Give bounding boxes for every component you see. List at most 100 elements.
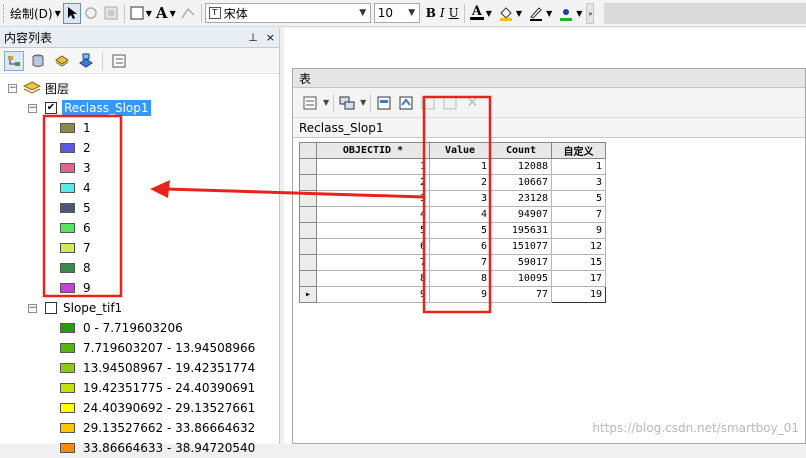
delete-selected-button[interactable]: ✕ (463, 94, 481, 112)
cell-value[interactable]: 1 (429, 158, 491, 175)
rotate-button[interactable] (81, 3, 101, 24)
chevron-down-icon[interactable]: ▼ (486, 9, 492, 18)
layer-row-reclass-slop1[interactable]: − ✔ Reclass_Slop1 (28, 98, 151, 118)
cell-value[interactable]: 7 (429, 254, 491, 271)
cell-count[interactable]: 10095 (490, 270, 552, 287)
list-by-drawing-order-button[interactable] (4, 50, 24, 71)
row-selector[interactable] (299, 238, 317, 255)
cell-count[interactable]: 77 (490, 286, 552, 303)
text-color-button[interactable]: A (468, 3, 486, 24)
switch-selection-button[interactable] (397, 94, 415, 112)
row-selector[interactable] (299, 206, 317, 223)
chevron-down-icon[interactable]: ▼ (323, 98, 329, 107)
table-row[interactable]: 3 3 23128 5 (299, 190, 606, 207)
table-row[interactable]: 5 5 195631 9 (299, 222, 606, 239)
cell-custom[interactable]: 19 (551, 286, 606, 303)
cell-objectid[interactable]: 4 (316, 206, 430, 223)
cell-objectid[interactable]: 8 (316, 270, 430, 287)
row-selector-current[interactable]: ▸ (299, 286, 317, 303)
table-row[interactable]: 4 4 94907 7 (299, 206, 606, 223)
cell-count[interactable]: 10667 (490, 174, 552, 191)
chevron-down-icon[interactable]: ▼ (360, 98, 366, 107)
layer-visibility-checkbox[interactable]: ✔ (45, 102, 57, 114)
pin-icon[interactable]: ⊥ (248, 31, 258, 44)
cell-value[interactable]: 4 (429, 206, 491, 223)
font-size-select[interactable]: 10 ▼ (373, 3, 420, 23)
row-selector[interactable] (299, 254, 317, 271)
bold-button[interactable]: B (424, 3, 438, 24)
cell-value[interactable]: 6 (429, 238, 491, 255)
layer-visibility-checkbox[interactable] (45, 302, 57, 314)
edit-vertices-button[interactable] (178, 3, 198, 24)
table-row[interactable]: 7 7 59017 15 (299, 254, 606, 271)
select-elements-button[interactable] (62, 2, 81, 24)
row-selector[interactable] (299, 222, 317, 239)
layer-row-slope-tif1[interactable]: − Slope_tif1 (28, 298, 122, 318)
cell-custom[interactable]: 12 (551, 238, 606, 255)
zoom-to-selection-button[interactable] (441, 94, 459, 112)
cell-custom[interactable]: 5 (551, 190, 606, 207)
table-row[interactable]: 1 1 12088 1 (299, 158, 606, 175)
cell-custom[interactable]: 15 (551, 254, 606, 271)
list-by-source-button[interactable] (28, 51, 48, 71)
new-rectangle-button[interactable]: ▼ (128, 3, 154, 24)
marker-color-button[interactable] (556, 3, 576, 24)
column-header-custom[interactable]: 自定义 (551, 142, 606, 159)
row-selector[interactable] (299, 158, 317, 175)
list-by-selection-button[interactable] (76, 51, 96, 71)
options-button[interactable] (109, 51, 129, 71)
cell-custom[interactable]: 3 (551, 174, 606, 191)
table-row[interactable]: ▸ 9 9 77 19 (299, 286, 606, 303)
table-options-button[interactable] (301, 94, 319, 112)
cell-value[interactable]: 5 (429, 222, 491, 239)
line-color-button[interactable] (526, 3, 546, 24)
column-header-count[interactable]: Count (490, 142, 552, 159)
chevron-down-icon[interactable]: ▼ (546, 9, 552, 18)
select-by-attributes-button[interactable] (375, 94, 393, 112)
layer-name[interactable]: Reclass_Slop1 (62, 100, 151, 116)
cell-count[interactable]: 151077 (490, 238, 552, 255)
column-header-objectid[interactable]: OBJECTID * (316, 142, 430, 159)
italic-button[interactable]: I (438, 3, 447, 24)
cell-objectid[interactable]: 9 (316, 286, 430, 303)
column-header-value[interactable]: Value (429, 142, 491, 159)
collapse-toggle[interactable]: − (28, 303, 37, 313)
related-tables-button[interactable] (338, 94, 356, 112)
table-row[interactable]: 2 2 10667 3 (299, 174, 606, 191)
layer-name[interactable]: Slope_tif1 (63, 301, 122, 315)
cell-objectid[interactable]: 1 (316, 158, 430, 175)
cell-value[interactable]: 9 (429, 286, 491, 303)
close-icon[interactable]: × (266, 31, 275, 44)
toolbar-overflow-button[interactable]: » (586, 2, 595, 24)
cell-count[interactable]: 12088 (490, 158, 552, 175)
cell-objectid[interactable]: 3 (316, 190, 430, 207)
zoom-to-selected-button[interactable] (101, 3, 121, 24)
cell-count[interactable]: 59017 (490, 254, 552, 271)
new-text-button[interactable]: A ▼ (154, 3, 178, 24)
cell-custom[interactable]: 9 (551, 222, 606, 239)
cell-objectid[interactable]: 7 (316, 254, 430, 271)
cell-custom[interactable]: 1 (551, 158, 606, 175)
row-selector[interactable] (299, 190, 317, 207)
underline-button[interactable]: U (447, 3, 461, 24)
chevron-down-icon[interactable]: ▼ (576, 9, 582, 18)
draw-menu-button[interactable]: 绘制(D) ▼ (8, 3, 63, 24)
collapse-toggle[interactable]: − (28, 103, 37, 113)
table-row[interactable]: 6 6 151077 12 (299, 238, 606, 255)
font-name-select[interactable]: T 宋体 ▼ (204, 3, 371, 23)
fill-color-button[interactable] (496, 3, 516, 24)
list-by-visibility-button[interactable] (52, 51, 72, 71)
toolbar-gripper[interactable] (3, 3, 6, 23)
cell-count[interactable]: 195631 (490, 222, 552, 239)
cell-value[interactable]: 2 (429, 174, 491, 191)
cell-custom[interactable]: 7 (551, 206, 606, 223)
cell-count[interactable]: 23128 (490, 190, 552, 207)
layers-group-row[interactable]: − 图层 (8, 78, 69, 98)
cell-objectid[interactable]: 2 (316, 174, 430, 191)
row-selector[interactable] (299, 174, 317, 191)
row-selector-header[interactable] (299, 142, 317, 159)
cell-custom[interactable]: 17 (551, 270, 606, 287)
chevron-down-icon[interactable]: ▼ (516, 9, 522, 18)
table-row[interactable]: 8 8 10095 17 (299, 270, 606, 287)
cell-objectid[interactable]: 5 (316, 222, 430, 239)
